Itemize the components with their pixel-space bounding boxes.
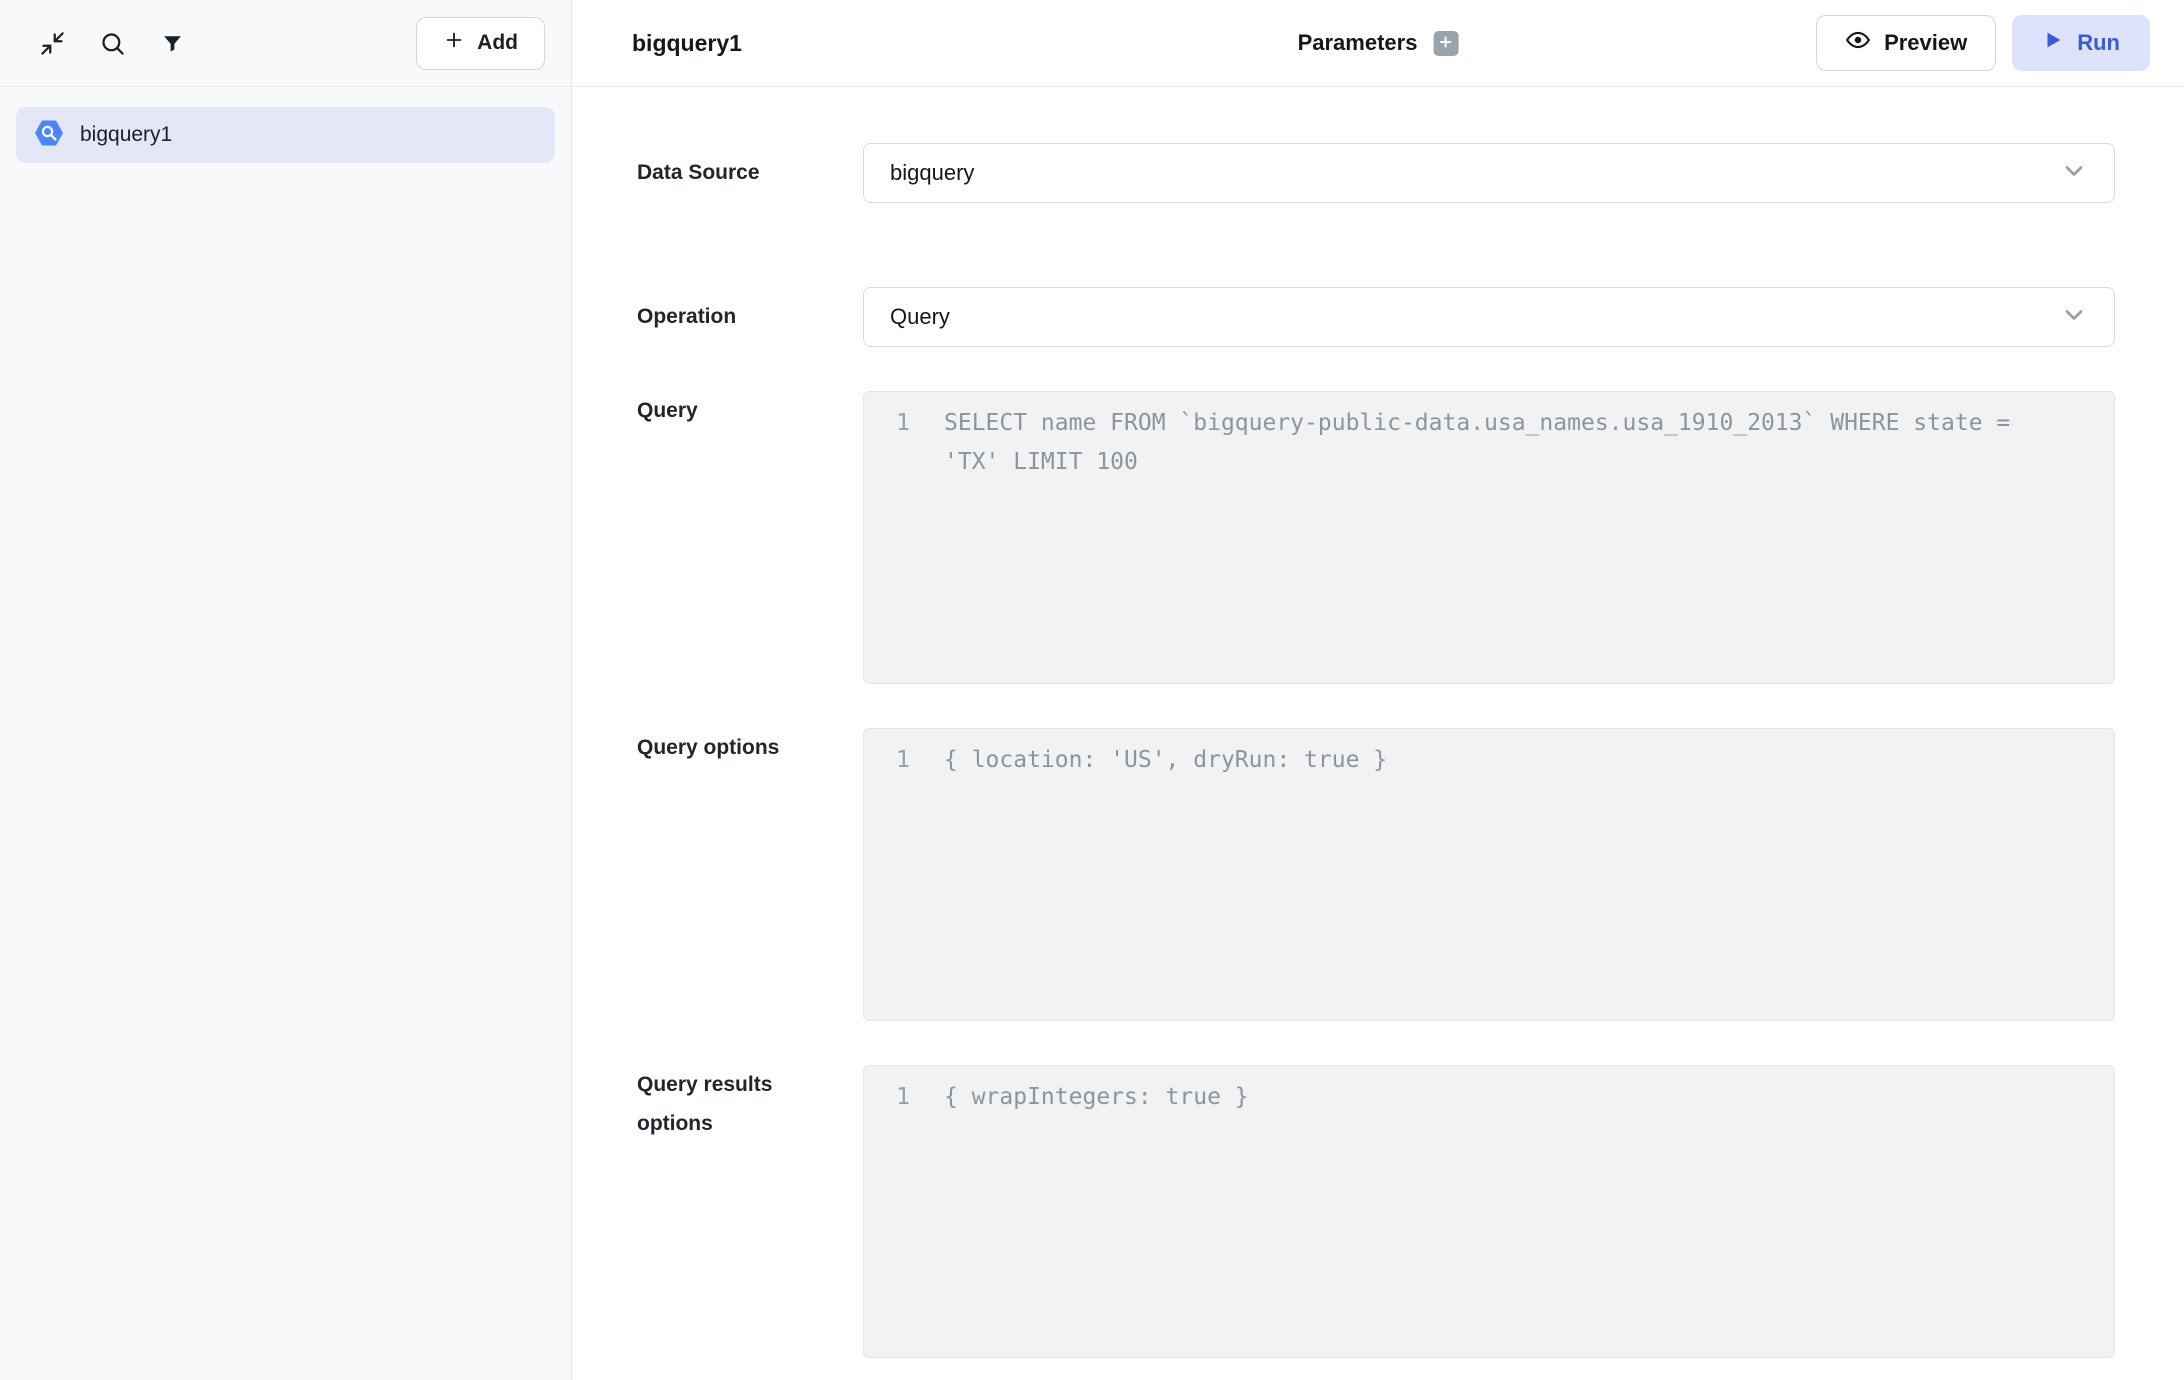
line-number: 1: [888, 1078, 910, 1117]
sidebar-toolbar: Add: [0, 0, 571, 87]
chevron-down-icon: [2060, 157, 2088, 190]
play-icon: [2042, 29, 2064, 57]
filter-icon: [160, 31, 185, 56]
operation-label: Operation: [637, 305, 863, 329]
add-button-label: Add: [477, 31, 518, 55]
search-icon: [99, 30, 126, 57]
field-row-query-results-options: Query results options 1 { wrapIntegers: …: [637, 1065, 2115, 1358]
query-label: Query: [637, 391, 863, 684]
query-list-item-bigquery1[interactable]: bigquery1: [16, 107, 555, 163]
plus-icon: [1438, 34, 1454, 53]
query-results-options-code-editor[interactable]: 1 { wrapIntegers: true }: [863, 1065, 2115, 1358]
run-button[interactable]: Run: [2012, 15, 2150, 71]
line-number: 1: [888, 741, 910, 780]
parameters-label: Parameters: [1298, 30, 1418, 56]
field-row-data-source: Data Source bigquery: [637, 143, 2115, 203]
query-code-editor[interactable]: 1 SELECT name FROM `bigquery-public-data…: [863, 391, 2115, 684]
filter-button[interactable]: [150, 21, 194, 65]
preview-button-label: Preview: [1884, 30, 1967, 56]
data-source-select[interactable]: bigquery: [863, 143, 2115, 203]
data-source-label: Data Source: [637, 161, 863, 185]
query-item-label: bigquery1: [80, 123, 172, 147]
query-results-options-placeholder-text: { wrapIntegers: true }: [944, 1078, 2044, 1117]
data-source-value: bigquery: [890, 160, 974, 186]
query-editor-panel: bigquery1 Parameters Preview: [572, 0, 2184, 1380]
plus-icon: [443, 29, 465, 57]
operation-select[interactable]: Query: [863, 287, 2115, 347]
field-row-query-options: Query options 1 { location: 'US', dryRun…: [637, 728, 2115, 1021]
run-button-label: Run: [2077, 30, 2120, 56]
field-row-query: Query 1 SELECT name FROM `bigquery-publi…: [637, 391, 2115, 684]
line-number: 1: [888, 404, 910, 443]
query-results-options-label: Query results options: [637, 1065, 863, 1358]
query-list: bigquery1: [0, 87, 571, 183]
search-button[interactable]: [90, 21, 134, 65]
chevron-down-icon: [2060, 301, 2088, 334]
query-placeholder-text: SELECT name FROM `bigquery-public-data.u…: [944, 404, 2044, 482]
query-title: bigquery1: [632, 30, 742, 57]
add-query-button[interactable]: Add: [416, 17, 545, 70]
query-options-label: Query options: [637, 728, 863, 1021]
query-editor-header: bigquery1 Parameters Preview: [572, 0, 2184, 87]
add-parameter-button[interactable]: [1433, 31, 1458, 56]
preview-button[interactable]: Preview: [1816, 15, 1996, 71]
parameters-section: Parameters: [1298, 30, 1459, 56]
operation-value: Query: [890, 304, 950, 330]
query-sidebar: Add bigquery1: [0, 0, 572, 1380]
field-row-operation: Operation Query: [637, 287, 2115, 347]
eye-icon: [1845, 27, 1871, 59]
query-options-placeholder-text: { location: 'US', dryRun: true }: [944, 741, 2044, 780]
collapse-panel-icon: [39, 30, 66, 57]
collapse-panel-button[interactable]: [30, 21, 74, 65]
query-options-code-editor[interactable]: 1 { location: 'US', dryRun: true }: [863, 728, 2115, 1021]
bigquery-icon: [34, 118, 64, 153]
query-form: Data Source bigquery Operation Query: [572, 87, 2184, 1380]
